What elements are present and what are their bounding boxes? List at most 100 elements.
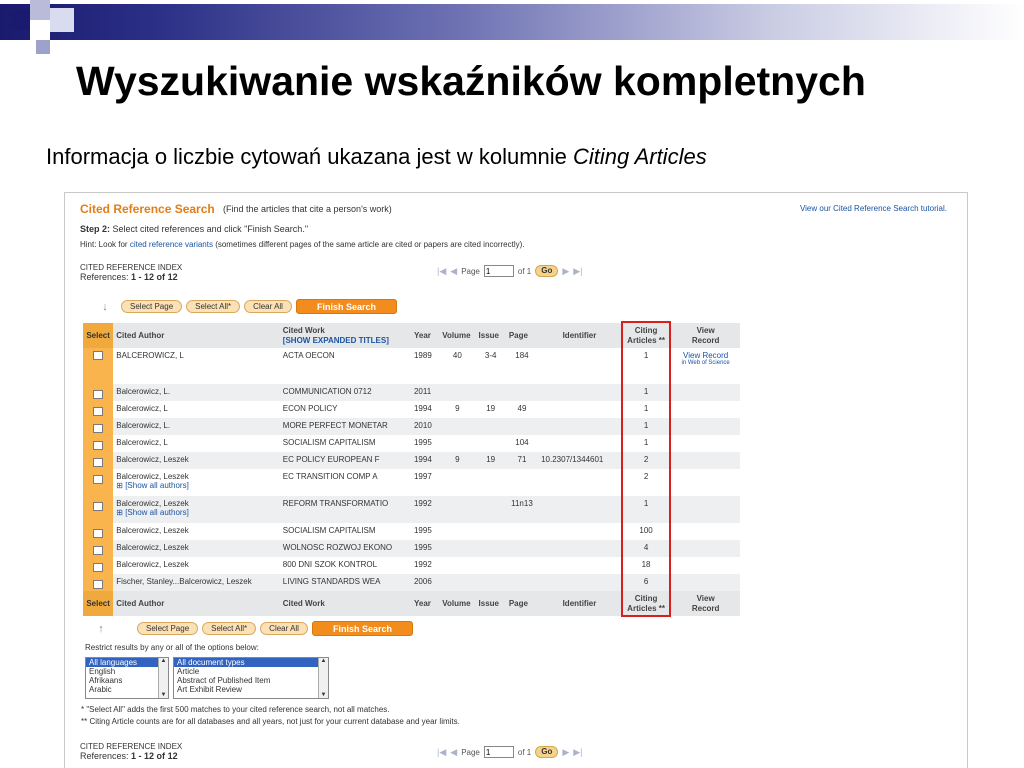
select-all-button-bottom[interactable]: Select All* (202, 622, 257, 635)
cell-volume: 9 (439, 452, 476, 469)
listbox-option[interactable]: Arabic (86, 685, 168, 694)
cell-year: 1992 (413, 560, 432, 569)
listbox-option[interactable]: All languages (86, 658, 168, 667)
show-all-authors-label[interactable]: [Show all authors] (125, 481, 189, 490)
cited-work-label: Cited Work (282, 325, 325, 335)
listbox-option[interactable]: All document types (174, 658, 328, 667)
finish-search-button-bottom[interactable]: Finish Search (311, 621, 413, 636)
step-label: Step 2: (80, 224, 111, 234)
cell-volume: 40 (452, 351, 462, 360)
cell-view-record (671, 384, 740, 401)
col-year: Year (410, 323, 440, 348)
listbox-option[interactable]: Art Exhibit Review (174, 685, 328, 694)
scroll-down-icon[interactable]: ▼ (319, 692, 328, 698)
slide-subtitle: Informacja o liczbie cytowań ukazana jes… (46, 144, 707, 170)
cell-issue: 19 (486, 404, 496, 413)
row-checkbox[interactable] (93, 407, 104, 416)
cell-year: 1995 (413, 526, 432, 535)
row-checkbox[interactable] (93, 546, 104, 555)
show-all-authors-link[interactable]: ⊞ [Show all authors] (116, 481, 277, 490)
row-checkbox[interactable] (93, 458, 104, 467)
show-expanded-titles-link[interactable]: SHOW EXPANDED TITLES (285, 336, 386, 345)
cell-identifier (538, 540, 621, 557)
col-year-bottom: Year (410, 591, 440, 616)
col-issue-bottom: Issue (475, 591, 506, 616)
go-button[interactable]: Go (535, 746, 559, 758)
row-checkbox[interactable] (93, 563, 104, 572)
last-page-icon[interactable]: ▶| (573, 266, 582, 277)
select-page-button[interactable]: Select Page (121, 300, 183, 313)
cell-page (506, 557, 538, 574)
row-checkbox[interactable] (93, 441, 104, 450)
document-type-listbox[interactable]: All document types Article Abstract of P… (173, 657, 329, 699)
col-cited-author-bottom: Cited Author (113, 591, 280, 616)
cell-work: ECON POLICY (282, 404, 338, 413)
col-select: Select (83, 323, 114, 348)
row-checkbox-cell (83, 384, 114, 401)
cell-identifier (538, 557, 621, 574)
header-label: Record (691, 603, 720, 613)
prev-page-icon[interactable]: ◀ (450, 266, 457, 277)
cell-author: Balcerowicz, Leszek (113, 540, 280, 557)
col-volume-bottom: Volume (439, 591, 476, 616)
listbox-option[interactable]: Afrikaans (86, 676, 168, 685)
row-checkbox[interactable] (93, 502, 104, 511)
header-label: Cited Author (116, 598, 165, 608)
view-record-link[interactable]: View Record (674, 351, 737, 360)
cell-author: BALCEROWICZ, L (116, 351, 184, 360)
col-identifier: Identifier (538, 323, 621, 348)
cell-work: SOCIALISM CAPITALISM (282, 438, 376, 447)
finish-search-button[interactable]: Finish Search (295, 299, 397, 314)
row-checkbox[interactable] (93, 475, 104, 484)
cell-issue (476, 469, 506, 496)
page-input[interactable] (483, 265, 514, 277)
page-input[interactable] (483, 746, 514, 758)
cell-year: 1992 (410, 496, 440, 523)
cell-year: 1995 (413, 438, 432, 447)
references-label: References: (80, 272, 129, 282)
cell-view-record (671, 401, 740, 418)
clear-all-button[interactable]: Clear All (244, 300, 292, 313)
language-listbox[interactable]: All languages English Afrikaans Arabic ▲… (85, 657, 169, 699)
scroll-up-icon[interactable]: ▲ (159, 658, 168, 664)
variants-link[interactable]: cited reference variants (130, 240, 213, 249)
cell-year: 2011 (410, 384, 440, 401)
clear-all-button-bottom[interactable]: Clear All (260, 622, 308, 635)
cell-year: 1995 (410, 540, 440, 557)
row-checkbox[interactable] (93, 580, 104, 589)
scroll-down-icon[interactable]: ▼ (159, 692, 168, 698)
row-checkbox[interactable] (93, 390, 104, 399)
prev-page-icon[interactable]: ◀ (450, 747, 457, 758)
decoration-square (10, 10, 30, 30)
index-label: CITED REFERENCE INDEX (80, 263, 183, 272)
show-all-authors-label[interactable]: [Show all authors] (125, 508, 189, 517)
scrollbar[interactable]: ▲ ▼ (158, 658, 168, 698)
select-all-button[interactable]: Select All* (186, 300, 241, 313)
scroll-up-icon[interactable]: ▲ (319, 658, 328, 664)
cell-page: 184 (515, 351, 529, 360)
show-all-authors-link[interactable]: ⊞ [Show all authors] (116, 508, 277, 517)
cell-author: Balcerowicz, Leszek ⊞ [Show all authors] (113, 469, 280, 496)
cell-volume (439, 435, 475, 452)
row-checkbox-cell (83, 496, 114, 523)
select-page-button-bottom[interactable]: Select Page (137, 622, 199, 635)
row-checkbox[interactable] (93, 529, 104, 538)
expand-icon: ⊞ (116, 481, 126, 490)
next-page-icon[interactable]: ▶ (562, 747, 569, 758)
cell-author: Balcerowicz, L. (113, 384, 280, 401)
row-checkbox[interactable] (93, 351, 104, 360)
listbox-option[interactable]: Abstract of Published Item (174, 676, 328, 685)
cell-author: Balcerowicz, L (116, 404, 168, 413)
go-button[interactable]: Go (535, 265, 559, 277)
first-page-icon[interactable]: |◀ (437, 747, 446, 758)
tutorial-link[interactable]: View our Cited Reference Search tutorial… (800, 204, 947, 213)
cell-identifier (538, 418, 621, 435)
listbox-option[interactable]: English (86, 667, 168, 676)
next-page-icon[interactable]: ▶ (562, 266, 569, 277)
first-page-icon[interactable]: |◀ (437, 266, 446, 277)
scrollbar[interactable]: ▲ ▼ (318, 658, 328, 698)
row-checkbox[interactable] (93, 424, 104, 433)
listbox-option[interactable]: Article (174, 667, 328, 676)
web-of-science-label: in Web of Science (681, 360, 730, 366)
last-page-icon[interactable]: ▶| (573, 747, 582, 758)
